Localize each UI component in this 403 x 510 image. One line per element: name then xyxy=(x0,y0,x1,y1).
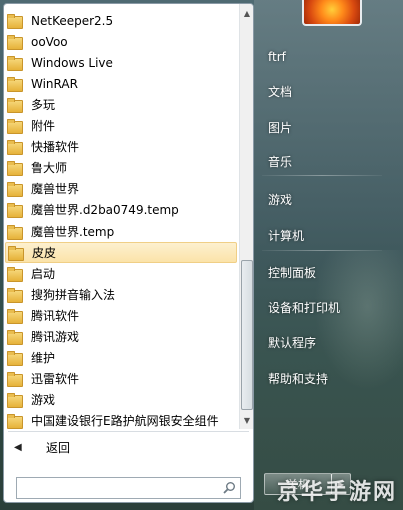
program-folder-label: 快播软件 xyxy=(31,140,80,155)
start-link-item[interactable]: 默认程序 xyxy=(262,328,368,356)
program-folder-item[interactable]: 皮皮 xyxy=(5,241,237,263)
scrollbar-thumb[interactable] xyxy=(241,260,253,410)
back-arrow-icon: ◀ xyxy=(14,441,22,453)
program-folder-label: 搜狗拼音输入法 xyxy=(31,287,116,302)
folder-icon xyxy=(7,77,23,93)
program-folder-label: 腾讯软件 xyxy=(31,308,80,323)
program-folder-item[interactable]: 腾讯软件 xyxy=(5,305,237,326)
program-folder-label: 启动 xyxy=(31,266,56,281)
folder-icon xyxy=(7,392,23,408)
program-folder-item[interactable]: 魔兽世界.temp xyxy=(5,221,237,242)
start-menu-left-pane: NetKeeper2.5 ooVoo Windows Live WinRAR 多玩附件快… xyxy=(3,3,254,503)
program-folder-item[interactable]: NetKeeper2.5 xyxy=(5,10,237,31)
program-folder-label: 维护 xyxy=(31,350,56,365)
all-programs-list: NetKeeper2.5 ooVoo Windows Live WinRAR 多玩附件快… xyxy=(4,4,238,429)
program-folder-item[interactable]: 魔兽世界 xyxy=(5,178,237,199)
program-folder-label: NetKeeper2.5 xyxy=(31,13,114,28)
folder-icon xyxy=(7,308,23,324)
program-folder-label: 附件 xyxy=(31,119,56,134)
program-folder-item[interactable]: 附件 xyxy=(5,115,237,136)
program-folder-label: 魔兽世界.d2ba0749.temp xyxy=(31,203,179,218)
program-folder-item[interactable]: 鲁大师 xyxy=(5,157,237,178)
program-folder-item[interactable]: 启动 xyxy=(5,263,237,284)
program-folder-item[interactable]: 多玩 xyxy=(5,94,237,115)
search-input[interactable] xyxy=(16,477,241,499)
scroll-up-arrow-icon[interactable]: ▲ xyxy=(240,5,253,21)
program-folder-item[interactable]: 搜狗拼音输入法 xyxy=(5,284,237,305)
folder-icon xyxy=(7,350,23,366)
folder-icon xyxy=(7,413,23,429)
folder-icon xyxy=(7,329,23,345)
program-folder-item[interactable]: ooVoo xyxy=(5,31,237,52)
program-folder-label: 魔兽世界 xyxy=(31,182,80,197)
folder-icon xyxy=(8,245,24,261)
program-folder-item[interactable]: 中国建设银行E路护航网银安全组件 xyxy=(5,410,237,429)
folder-icon xyxy=(7,119,23,135)
program-folder-item[interactable]: 维护 xyxy=(5,347,237,368)
program-folder-item[interactable]: 魔兽世界.d2ba0749.temp xyxy=(5,199,237,220)
program-folder-label: 魔兽世界.temp xyxy=(31,224,115,239)
start-link-item[interactable]: 帮助和支持 xyxy=(262,364,368,392)
back-label: 返回 xyxy=(46,440,71,455)
folder-icon xyxy=(7,203,23,219)
folder-icon xyxy=(7,35,23,51)
folder-icon xyxy=(7,224,23,240)
folder-icon xyxy=(7,56,23,72)
start-link-item[interactable]: 控制面板 xyxy=(262,258,368,286)
start-link-item[interactable]: 图片 xyxy=(262,113,368,141)
program-folder-item[interactable]: 游戏 xyxy=(5,389,237,410)
program-list-scrollbar[interactable]: ▲ ▼ xyxy=(239,4,253,429)
start-link-item[interactable]: 设备和打印机 xyxy=(262,293,368,321)
program-folder-item[interactable]: 腾讯游戏 xyxy=(5,326,237,347)
folder-icon xyxy=(7,266,23,282)
divider xyxy=(8,431,249,432)
folder-icon xyxy=(7,14,23,29)
program-folder-label: 皮皮 xyxy=(32,245,57,260)
program-folder-label: ooVoo xyxy=(31,34,68,49)
folder-icon xyxy=(7,287,23,303)
start-link-item[interactable]: 游戏 xyxy=(262,185,368,213)
program-folder-label: 腾讯游戏 xyxy=(31,329,80,344)
scroll-down-arrow-icon[interactable]: ▼ xyxy=(240,412,253,428)
watermark-logo: 京华手游网 xyxy=(276,480,397,505)
program-folder-label: 多玩 xyxy=(31,98,56,113)
divider xyxy=(262,175,382,176)
folder-icon xyxy=(7,140,23,156)
start-link-item[interactable]: ftrf xyxy=(262,43,368,71)
program-folder-label: 游戏 xyxy=(31,392,56,407)
folder-icon xyxy=(7,161,23,177)
user-avatar[interactable] xyxy=(302,0,362,26)
program-folder-item[interactable]: Windows Live xyxy=(5,52,237,73)
back-button[interactable]: ◀ 返回 xyxy=(8,434,248,460)
start-link-item[interactable]: 计算机 xyxy=(262,221,368,249)
program-folder-item[interactable]: 迅雷软件 xyxy=(5,368,237,389)
folder-icon xyxy=(7,371,23,387)
start-link-item[interactable]: 音乐 xyxy=(262,147,368,175)
divider xyxy=(262,250,382,251)
program-folder-label: WinRAR xyxy=(31,76,78,91)
program-folder-label: 迅雷软件 xyxy=(31,371,80,386)
program-folder-item[interactable]: WinRAR xyxy=(5,73,237,94)
program-folder-item[interactable]: 快播软件 xyxy=(5,136,237,157)
program-folder-label: 鲁大师 xyxy=(31,161,68,176)
start-link-item[interactable]: 文档 xyxy=(262,77,368,105)
program-folder-label: 中国建设银行E路护航网银安全组件 xyxy=(31,413,219,428)
search-icon xyxy=(223,482,235,494)
program-folder-label: Windows Live xyxy=(31,55,113,70)
folder-icon xyxy=(7,98,23,114)
folder-icon xyxy=(7,182,23,198)
